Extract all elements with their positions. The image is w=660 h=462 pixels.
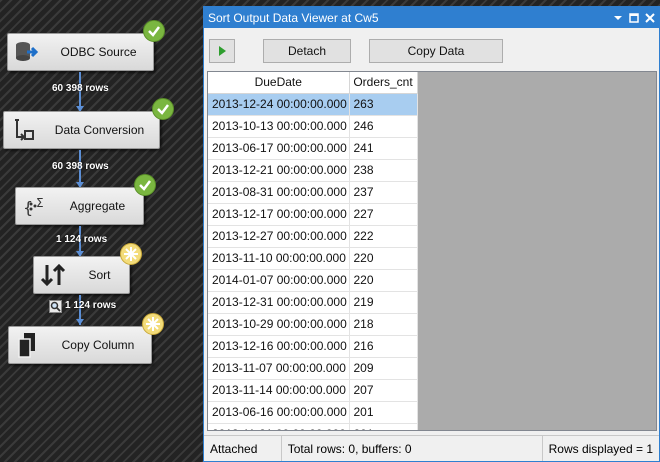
table-row[interactable]: 2013-06-16 00:00:00.000 201 xyxy=(208,401,418,424)
cell-orders-cnt[interactable]: 237 xyxy=(349,181,418,204)
table-row[interactable]: 2013-11-07 00:00:00.000 209 xyxy=(208,357,418,380)
table-row[interactable]: 2013-12-16 00:00:00.000 216 xyxy=(208,335,418,358)
copy-column-node[interactable]: Copy Column xyxy=(8,326,152,364)
row-count-label: 60 398 rows xyxy=(52,83,109,94)
cell-duedate[interactable]: 2013-06-17 00:00:00.000 xyxy=(208,137,350,160)
window-title: Sort Output Data Viewer at Cw5 xyxy=(208,10,379,25)
cell-orders-cnt[interactable]: 201 xyxy=(349,401,418,424)
row-count-label: 1 124 rows xyxy=(56,234,108,245)
play-icon xyxy=(219,46,226,56)
cell-duedate[interactable]: 2013-12-24 00:00:00.000 xyxy=(208,93,350,116)
cell-duedate[interactable]: 2013-06-16 00:00:00.000 xyxy=(208,401,350,424)
data-viewer-icon[interactable] xyxy=(49,300,62,313)
table-row[interactable]: 2013-06-17 00:00:00.000 241 xyxy=(208,137,418,160)
cell-duedate[interactable]: 2013-10-29 00:00:00.000 xyxy=(208,313,350,336)
cell-orders-cnt[interactable]: 241 xyxy=(349,137,418,160)
odbc-source-node[interactable]: ODBC Source xyxy=(7,33,154,71)
data-conversion-icon xyxy=(6,113,40,147)
node-label: Data Conversion xyxy=(54,123,145,137)
column-header-orders-cnt[interactable]: Orders_cnt xyxy=(349,72,418,94)
svg-text:{: { xyxy=(23,198,33,217)
header-row: DueDate Orders_cnt xyxy=(208,72,418,94)
table-row[interactable]: 2013-12-17 00:00:00.000 227 xyxy=(208,203,418,226)
cell-orders-cnt[interactable]: 209 xyxy=(349,357,418,380)
cell-orders-cnt[interactable]: 222 xyxy=(349,225,418,248)
cell-orders-cnt[interactable]: 246 xyxy=(349,115,418,138)
arrowhead xyxy=(76,319,84,325)
table-row[interactable]: 2014-01-07 00:00:00.000 220 xyxy=(208,269,418,292)
totals-text: Total rows: 0, buffers: 0 xyxy=(282,436,543,461)
cell-orders-cnt[interactable]: 220 xyxy=(349,247,418,270)
success-check-icon xyxy=(152,98,174,120)
success-check-icon xyxy=(134,174,156,196)
cell-orders-cnt[interactable]: 207 xyxy=(349,379,418,402)
table-row[interactable]: 2013-11-14 00:00:00.000 207 xyxy=(208,379,418,402)
detach-button[interactable]: Detach xyxy=(263,39,351,63)
title-bar[interactable]: Sort Output Data Viewer at Cw5 xyxy=(204,7,659,28)
cell-orders-cnt[interactable]: 218 xyxy=(349,313,418,336)
table-row[interactable]: 2013-08-31 00:00:00.000 237 xyxy=(208,181,418,204)
column-header-duedate[interactable]: DueDate xyxy=(208,72,350,94)
cell-orders-cnt[interactable]: 219 xyxy=(349,291,418,314)
sort-icon xyxy=(36,258,70,292)
success-check-icon xyxy=(143,20,165,42)
data-table: DueDate Orders_cnt 2013-12-24 00:00:00.0… xyxy=(208,72,418,430)
cell-orders-cnt[interactable]: 238 xyxy=(349,159,418,182)
cell-orders-cnt[interactable]: 201 xyxy=(349,423,418,430)
table-row[interactable]: 2013-12-31 00:00:00.000 219 xyxy=(208,291,418,314)
attach-state: Attached xyxy=(204,436,282,461)
cell-duedate[interactable]: 2014-01-07 00:00:00.000 xyxy=(208,269,350,292)
continue-button[interactable] xyxy=(209,39,235,63)
cell-duedate[interactable]: 2013-11-10 00:00:00.000 xyxy=(208,247,350,270)
aggregate-node[interactable]: { Σ Aggregate xyxy=(15,187,144,225)
node-label: ODBC Source xyxy=(60,45,137,59)
cell-duedate[interactable]: 2013-12-21 00:00:00.000 xyxy=(208,159,350,182)
data-viewer-window: Sort Output Data Viewer at Cw5 Detach Co… xyxy=(203,6,660,462)
node-label: Aggregate xyxy=(69,199,126,213)
cell-duedate[interactable]: 2013-10-13 00:00:00.000 xyxy=(208,115,350,138)
table-row[interactable]: 2013-12-24 00:00:00.000 263 xyxy=(208,93,418,116)
dropdown-icon[interactable] xyxy=(611,11,625,25)
cell-orders-cnt[interactable]: 216 xyxy=(349,335,418,358)
table-row[interactable]: 2013-11-10 00:00:00.000 220 xyxy=(208,247,418,270)
copy-column-icon xyxy=(11,328,45,362)
aggregate-icon: { Σ xyxy=(18,189,52,223)
cell-duedate[interactable]: 2013-11-14 00:00:00.000 xyxy=(208,379,350,402)
table-row[interactable]: 2013-10-29 00:00:00.000 218 xyxy=(208,313,418,336)
row-count-label: 1 124 rows xyxy=(65,300,117,311)
cell-orders-cnt[interactable]: 227 xyxy=(349,203,418,226)
table-body: 2013-12-24 00:00:00.000 263 2013-10-13 00:… xyxy=(208,93,418,430)
svg-text:Σ: Σ xyxy=(36,196,44,210)
status-bar: Attached Total rows: 0, buffers: 0 Rows … xyxy=(204,435,659,461)
cell-duedate[interactable]: 2013-12-17 00:00:00.000 xyxy=(208,203,350,226)
odbc-source-icon xyxy=(10,35,44,69)
data-flow-canvas: ODBC Source 60 398 rows Data Conversion … xyxy=(0,0,203,462)
close-icon[interactable] xyxy=(643,11,657,25)
data-conversion-node[interactable]: Data Conversion xyxy=(3,111,160,149)
table-row[interactable]: 2013-11-21 00:00:00.000201 xyxy=(208,423,418,430)
viewer-toolbar: Detach Copy Data xyxy=(204,28,659,68)
cell-duedate[interactable]: 2013-11-21 00:00:00.000 xyxy=(208,423,350,430)
table-row[interactable]: 2013-10-13 00:00:00.000 246 xyxy=(208,115,418,138)
table-row[interactable]: 2013-12-21 00:00:00.000 238 xyxy=(208,159,418,182)
cell-duedate[interactable]: 2013-08-31 00:00:00.000 xyxy=(208,181,350,204)
node-label: Sort xyxy=(88,268,111,282)
in-progress-icon xyxy=(120,243,142,265)
cell-duedate[interactable]: 2013-12-27 00:00:00.000 xyxy=(208,225,350,248)
row-count-label: 60 398 rows xyxy=(52,161,109,172)
node-label: Copy Column xyxy=(61,338,135,352)
cell-duedate[interactable]: 2013-12-31 00:00:00.000 xyxy=(208,291,350,314)
sort-node[interactable]: Sort xyxy=(33,256,130,294)
rows-displayed-text: Rows displayed = 1 xyxy=(548,441,653,456)
in-progress-icon xyxy=(142,313,164,335)
table-row[interactable]: 2013-12-27 00:00:00.000 222 xyxy=(208,225,418,248)
cell-duedate[interactable]: 2013-12-16 00:00:00.000 xyxy=(208,335,350,358)
maximize-icon[interactable] xyxy=(627,11,641,25)
cell-orders-cnt[interactable]: 220 xyxy=(349,269,418,292)
data-grid[interactable]: DueDate Orders_cnt 2013-12-24 00:00:00.0… xyxy=(207,71,657,431)
cell-orders-cnt[interactable]: 263 xyxy=(349,93,418,116)
copy-data-button[interactable]: Copy Data xyxy=(369,39,503,63)
cell-duedate[interactable]: 2013-11-07 00:00:00.000 xyxy=(208,357,350,380)
